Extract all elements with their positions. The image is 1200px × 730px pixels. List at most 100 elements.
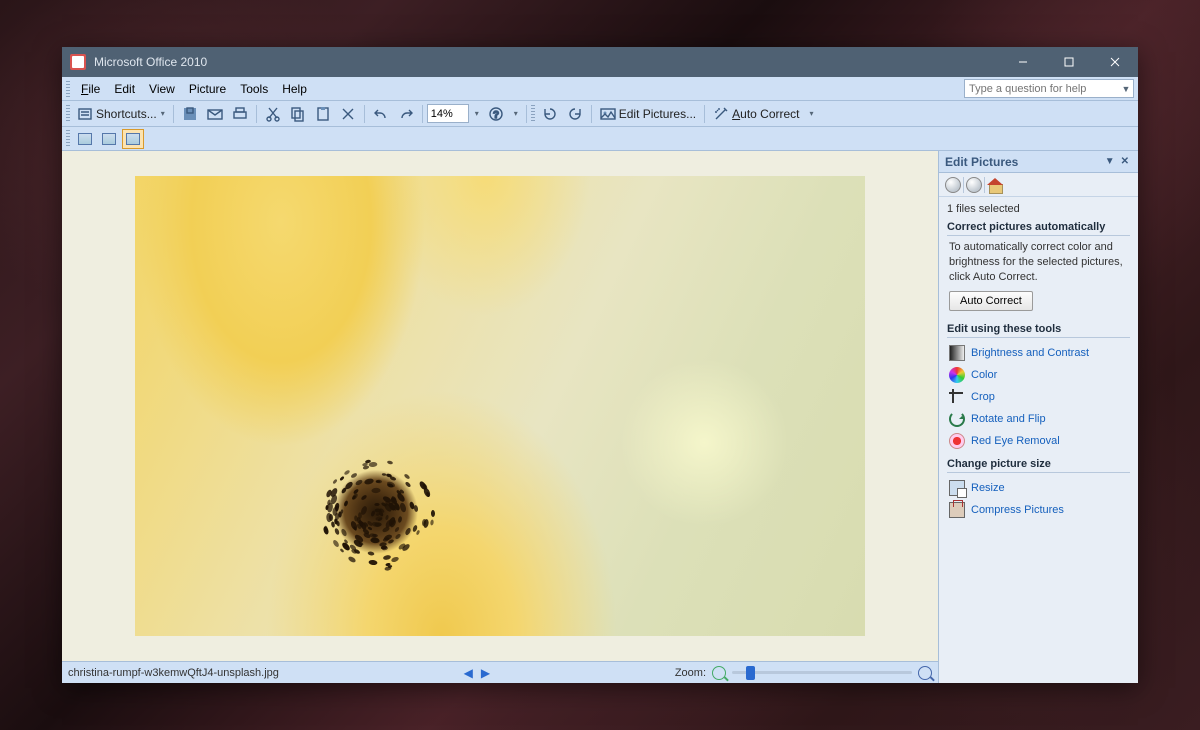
delete-icon [340, 106, 356, 122]
close-button[interactable] [1092, 47, 1138, 77]
undo-button[interactable] [369, 103, 393, 125]
tool-crop[interactable]: Crop [947, 386, 1130, 408]
menu-edit[interactable]: Edit [107, 80, 142, 98]
menu-tools[interactable]: Tools [233, 80, 275, 98]
resize-icon [949, 480, 965, 496]
zoom-in-button[interactable] [918, 666, 932, 680]
app-window: Microsoft Office 2010 File Edit View Pic… [62, 47, 1138, 683]
shortcuts-icon [77, 106, 93, 122]
rotate-left-icon [542, 106, 558, 122]
help-search-input[interactable] [965, 83, 1119, 95]
title-bar[interactable]: Microsoft Office 2010 [62, 47, 1138, 77]
help-search-box[interactable]: ▼ [964, 79, 1134, 98]
shortcuts-button[interactable]: Shortcuts... ▾ [73, 103, 169, 125]
zoom-dropdown-button[interactable]: ▾ [470, 103, 483, 125]
save-icon [182, 106, 198, 122]
shortcuts-label: Shortcuts... [96, 107, 157, 121]
tool-color[interactable]: Color [947, 364, 1130, 386]
tool-brightness-contrast[interactable]: Brightness and Contrast [947, 342, 1130, 364]
prev-image-button[interactable]: ◀ [464, 666, 473, 680]
help-icon: ? [488, 106, 504, 122]
menu-bar: File Edit View Picture Tools Help ▼ [62, 77, 1138, 101]
toolbar-grip-icon[interactable] [66, 105, 70, 123]
compress-icon [949, 502, 965, 518]
picture-canvas[interactable] [62, 151, 938, 661]
paste-button[interactable] [311, 103, 335, 125]
save-button[interactable] [178, 103, 202, 125]
content-area: christina-rumpf-w3kemwQftJ4-unsplash.jpg… [62, 151, 1138, 683]
wand-icon [713, 106, 729, 122]
edit-pictures-button[interactable]: Edit Pictures... [596, 103, 700, 125]
menu-picture[interactable]: Picture [182, 80, 233, 98]
edit-pictures-label: Edit Pictures... [619, 107, 696, 121]
color-icon [949, 367, 965, 383]
print-icon [232, 106, 248, 122]
toolbar-options-button-2[interactable]: ▾ [805, 103, 818, 125]
single-view-button[interactable] [122, 129, 144, 149]
app-icon [70, 54, 86, 70]
copy-button[interactable] [286, 103, 310, 125]
cut-icon [265, 106, 281, 122]
filmstrip-view-button[interactable] [98, 129, 120, 149]
task-pane-header[interactable]: Edit Pictures ▼ ✕ [939, 151, 1138, 173]
rotate-right-icon [567, 106, 583, 122]
displayed-image [135, 176, 865, 636]
auto-correct-pane-button[interactable]: Auto Correct [949, 291, 1033, 311]
rotate-icon [949, 411, 965, 427]
section-auto-correct: Correct pictures automatically [947, 221, 1130, 236]
toolbar-grip-icon[interactable] [66, 130, 70, 148]
redo-button[interactable] [394, 103, 418, 125]
task-pane: Edit Pictures ▼ ✕ 1 files selected Corre… [938, 151, 1138, 683]
copy-icon [290, 106, 306, 122]
toolbar-options-button[interactable]: ▾ [509, 103, 522, 125]
svg-text:?: ? [493, 110, 499, 121]
paste-icon [315, 106, 331, 122]
home-icon[interactable] [987, 178, 1003, 192]
zoom-out-button[interactable] [712, 666, 726, 680]
rotate-right-button[interactable] [563, 103, 587, 125]
filmstrip-view-icon [102, 133, 116, 145]
zoom-control: Zoom: [675, 666, 932, 680]
task-pane-close-icon[interactable]: ✕ [1118, 156, 1132, 167]
mail-icon [207, 106, 223, 122]
auto-correct-description: To automatically correct color and brigh… [947, 240, 1130, 285]
tool-resize[interactable]: Resize [947, 477, 1130, 499]
zoom-slider-thumb[interactable] [746, 666, 755, 680]
back-icon[interactable] [945, 177, 961, 193]
red-eye-icon [949, 433, 965, 449]
delete-button[interactable] [336, 103, 360, 125]
forward-icon[interactable] [966, 177, 982, 193]
tool-red-eye[interactable]: Red Eye Removal [947, 430, 1130, 452]
zoom-input[interactable] [427, 104, 469, 123]
task-pane-menu-icon[interactable]: ▼ [1102, 156, 1118, 167]
cut-button[interactable] [261, 103, 285, 125]
main-pane: christina-rumpf-w3kemwQftJ4-unsplash.jpg… [62, 151, 938, 683]
toolbar-grip-icon[interactable] [66, 81, 70, 97]
window-title: Microsoft Office 2010 [94, 55, 1000, 69]
auto-correct-button[interactable]: Auto Correct [709, 103, 803, 125]
menu-file[interactable]: File [74, 80, 107, 98]
toolbar-grip-icon[interactable] [531, 105, 535, 123]
print-button[interactable] [228, 103, 252, 125]
selection-info: 1 files selected [947, 203, 1130, 215]
minimize-button[interactable] [1000, 47, 1046, 77]
menu-view[interactable]: View [142, 80, 182, 98]
task-pane-title: Edit Pictures [945, 155, 1018, 169]
rotate-left-button[interactable] [538, 103, 562, 125]
next-image-button[interactable]: ▶ [481, 666, 490, 680]
section-picture-size: Change picture size [947, 458, 1130, 473]
help-button[interactable]: ? [484, 103, 508, 125]
help-dropdown-icon[interactable]: ▼ [1119, 84, 1133, 94]
redo-icon [398, 106, 414, 122]
thumbnail-view-icon [78, 133, 92, 145]
zoom-slider[interactable] [732, 671, 912, 674]
tool-rotate-flip[interactable]: Rotate and Flip [947, 408, 1130, 430]
tool-compress[interactable]: Compress Pictures [947, 499, 1130, 521]
menu-help[interactable]: Help [275, 80, 314, 98]
zoom-label: Zoom: [675, 667, 706, 679]
section-edit-tools: Edit using these tools [947, 323, 1130, 338]
thumbnail-view-button[interactable] [74, 129, 96, 149]
maximize-button[interactable] [1046, 47, 1092, 77]
mail-button[interactable] [203, 103, 227, 125]
view-toolbar [62, 127, 1138, 151]
